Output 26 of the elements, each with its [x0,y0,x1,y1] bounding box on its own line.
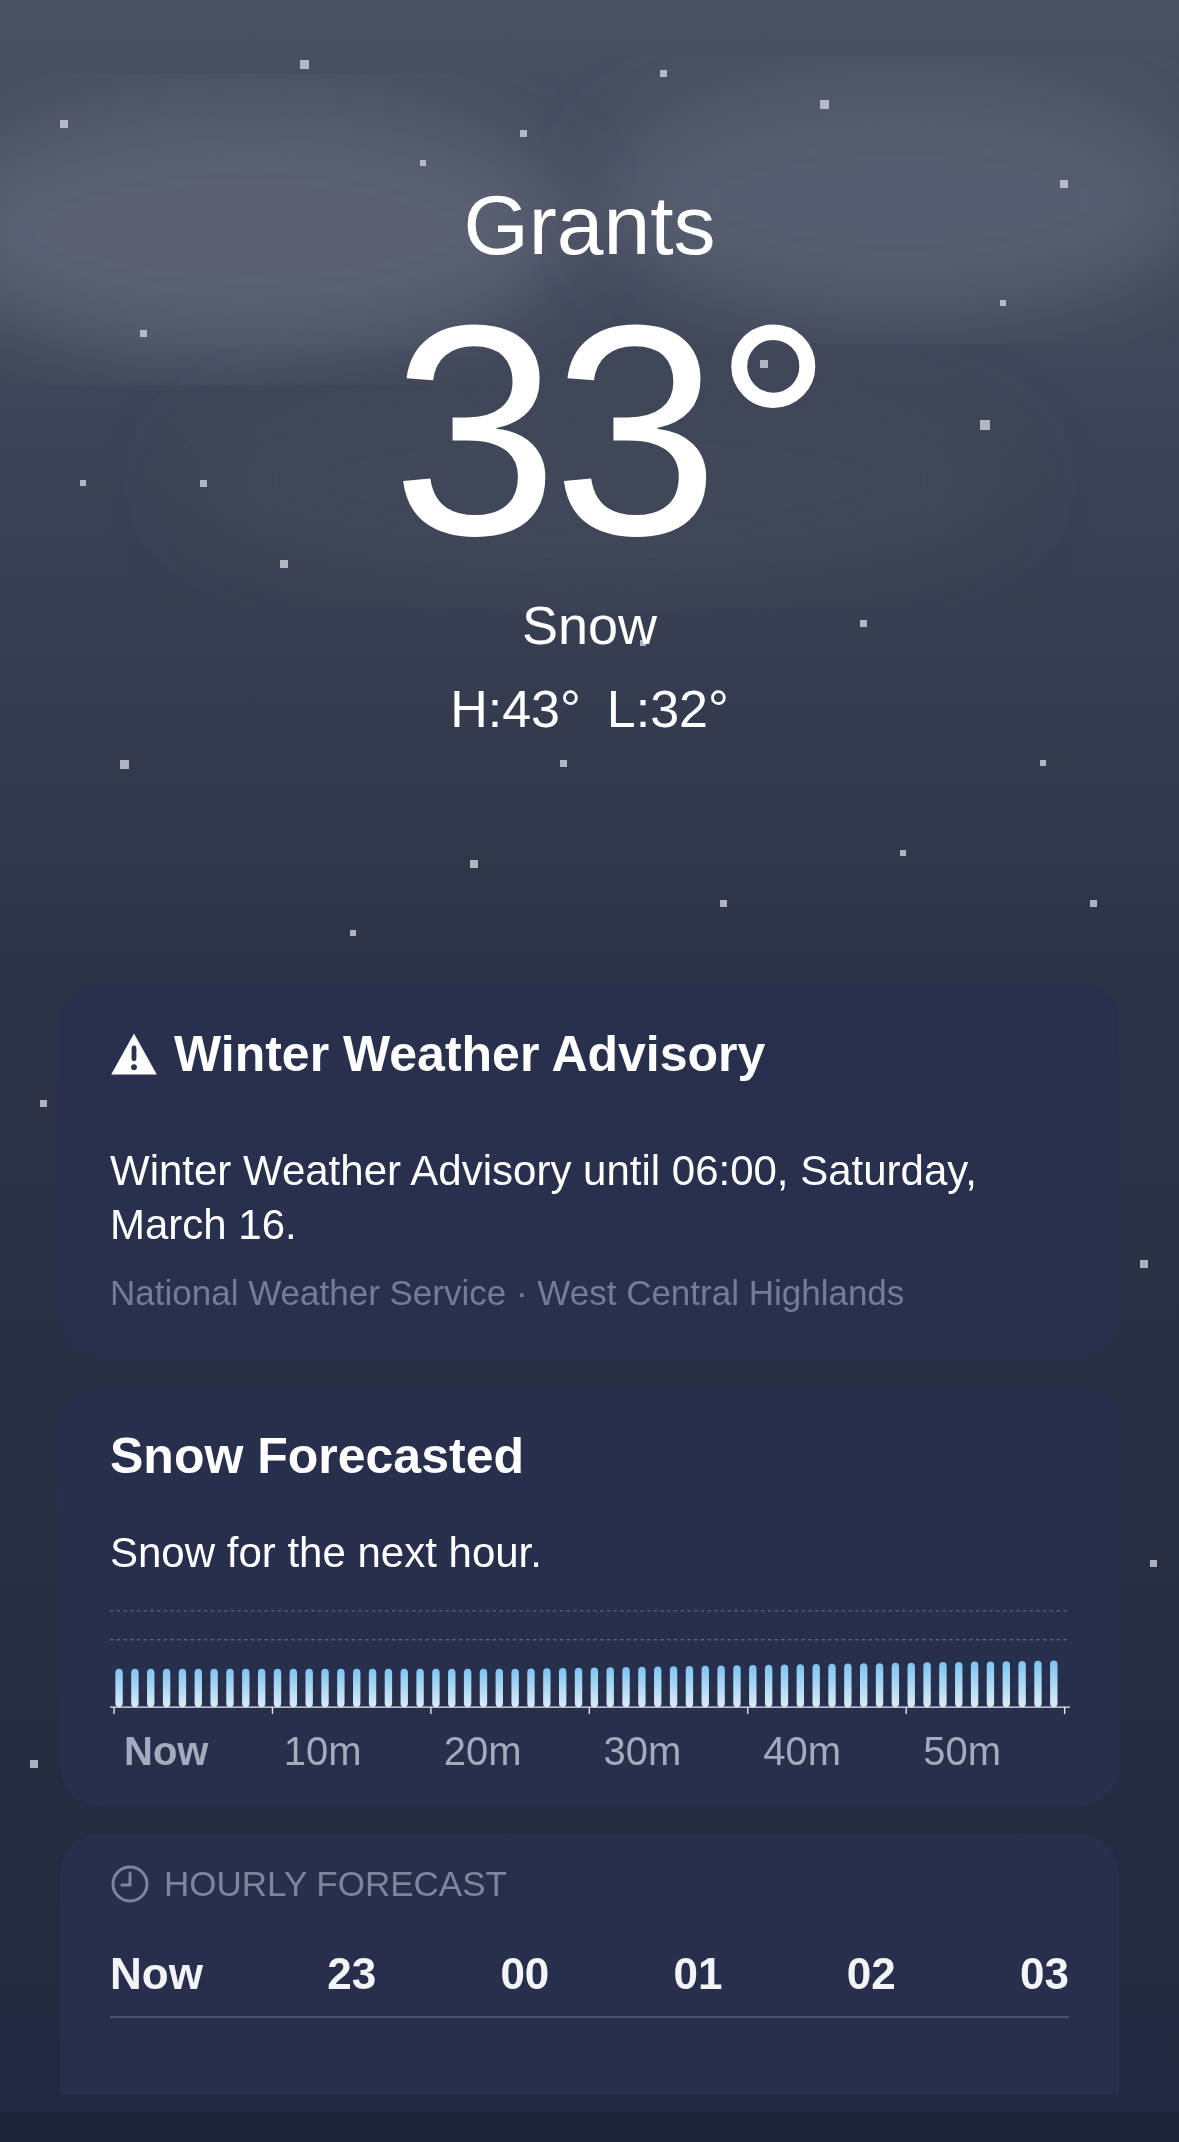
city-name: Grants [463,177,716,274]
time-label: 30m [602,1728,683,1775]
clock-icon [110,1864,150,1904]
warning-icon [110,1032,158,1076]
alert-title: Winter Weather Advisory [174,1025,766,1084]
time-label: 10m [282,1728,363,1775]
condition-text: Snow [521,594,658,657]
alert-source: National Weather Service · West Central Highlands [110,1272,906,1314]
current-temperature: 33° [390,280,828,580]
hour-label: 00 [500,1948,550,2000]
hour-label: 23 [327,1948,377,2000]
hour-label: 03 [1020,1948,1069,2000]
precipitation-summary: Snow for the next hour. [110,1528,543,1578]
alert-text: Winter Weather Advisory until 06:00, Saturday, March 16. [110,1146,978,1250]
high-temperature: H:43° [450,679,581,740]
time-label: 20m [442,1728,523,1775]
time-label: 50m [922,1728,1002,1775]
hour-label: 02 [846,1948,896,2000]
card-title: Snow Forecasted [110,1427,525,1486]
hour-label: 01 [673,1948,723,2000]
hour-label: Now [110,1948,203,2000]
low-temperature: L:32° [606,679,729,740]
time-label: 40m [762,1728,843,1775]
section-header: HOURLY FORECAST [164,1863,507,1905]
alert-card[interactable]: Winter Weather Advisory Winter Weather Advisory until 06:00, Saturday, March 16. National Weather Service · West Central Highlands [60,984,1119,1358]
time-label: Now [123,1728,210,1775]
